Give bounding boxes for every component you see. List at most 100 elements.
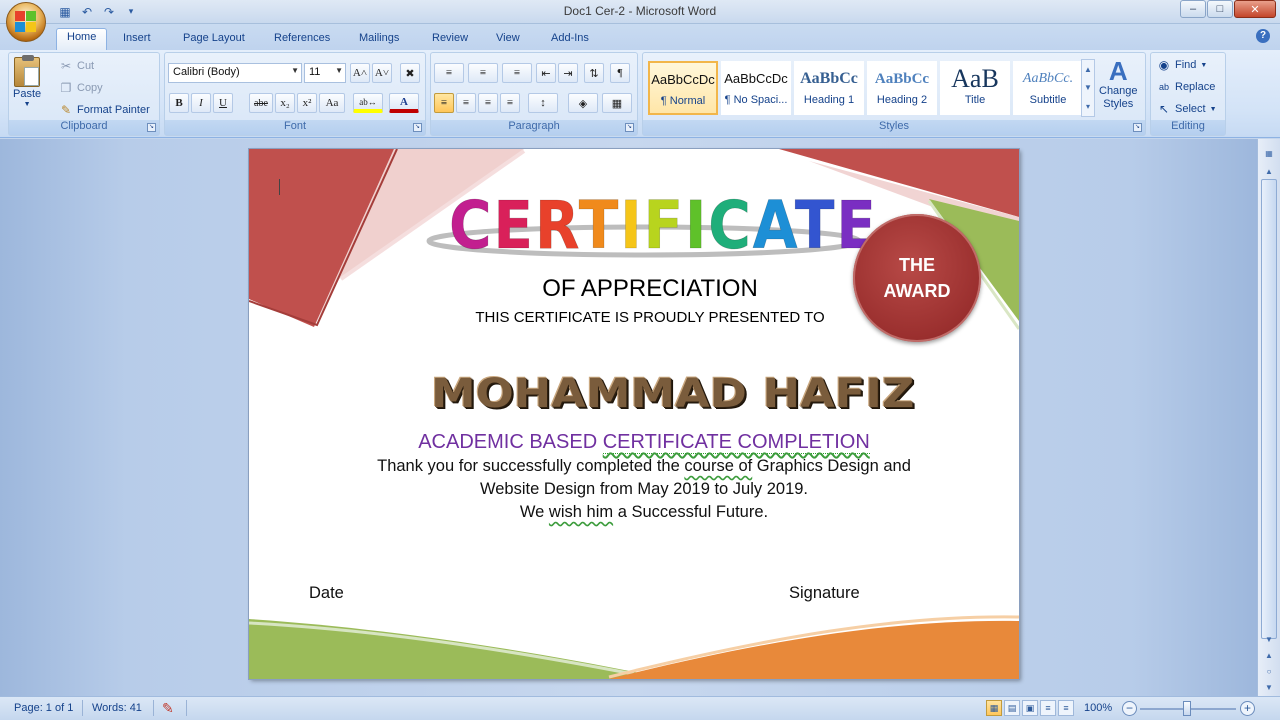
font-color-button[interactable]: A — [389, 93, 419, 113]
page-count[interactable]: Page: 1 of 1 — [14, 702, 73, 714]
styles-launcher-icon[interactable]: ↘ — [1133, 123, 1142, 132]
awardee-name: MOHAMMAD HAFIZ — [431, 371, 915, 417]
increase-indent-icon[interactable]: ⇥ — [558, 63, 578, 83]
editing-group: ◉ Find ▼ ab Replace ↖ Select ▼ Editing — [1150, 52, 1226, 136]
draft-view-icon[interactable]: ≡ — [1058, 700, 1074, 716]
shrink-font-button[interactable]: A˅ — [372, 63, 392, 83]
select-browse-object-icon[interactable]: ○ — [1261, 665, 1277, 679]
style-sample: AaBbCcDc — [724, 71, 788, 86]
gallery-up-icon[interactable]: ▲ — [1084, 65, 1092, 74]
replace-button[interactable]: ab Replace — [1157, 80, 1215, 94]
font-group-label: Font — [165, 120, 425, 135]
scroll-thumb[interactable] — [1261, 179, 1277, 639]
full-screen-reading-view-icon[interactable]: ▤ — [1004, 700, 1020, 716]
justify-icon[interactable]: ≡ — [500, 93, 520, 113]
style-no-spacing[interactable]: AaBbCcDc ¶ No Spaci... — [721, 61, 791, 115]
zoom-in-icon[interactable]: + — [1240, 701, 1255, 716]
change-styles-label-1: Change — [1099, 85, 1138, 97]
scroll-up-icon[interactable]: ▲ — [1261, 165, 1277, 179]
ruler-toggle-icon[interactable]: ▦ — [1261, 147, 1277, 161]
tab-page-layout[interactable]: Page Layout — [173, 30, 255, 50]
style-heading-2[interactable]: AaBbCc Heading 2 — [867, 61, 937, 115]
status-divider — [186, 700, 187, 716]
web-layout-view-icon[interactable]: ▣ — [1022, 700, 1038, 716]
document-page[interactable]: CERTIFICATE THE AWARD OF APPRECIATION TH… — [249, 149, 1019, 679]
status-divider — [153, 700, 154, 716]
font-launcher-icon[interactable]: ↘ — [413, 123, 422, 132]
copy-button[interactable]: ❐ Copy — [59, 81, 103, 95]
title-letter: R — [534, 187, 579, 265]
line-spacing-icon[interactable]: ↕ — [528, 93, 558, 113]
subscript-button[interactable]: x₂ — [275, 93, 295, 113]
change-case-button[interactable]: Aa — [319, 93, 345, 113]
find-button[interactable]: ◉ Find ▼ — [1157, 58, 1208, 72]
numbering-icon[interactable]: ≡ — [468, 63, 498, 83]
grow-font-button[interactable]: A˄ — [350, 63, 370, 83]
tab-mailings[interactable]: Mailings — [349, 30, 409, 50]
style-normal[interactable]: AaBbCcDc ¶ Normal — [648, 61, 718, 115]
italic-button[interactable]: I — [191, 93, 211, 113]
style-subtitle[interactable]: AaBbCc. Subtitle — [1013, 61, 1083, 115]
close-button[interactable]: ✕ — [1234, 0, 1276, 18]
align-left-icon[interactable]: ≡ — [434, 93, 454, 113]
borders-icon[interactable]: ▦ — [602, 93, 632, 113]
zoom-slider-thumb[interactable] — [1183, 701, 1191, 716]
paste-button[interactable]: Paste ▼ — [13, 55, 41, 108]
tab-references[interactable]: References — [264, 30, 340, 50]
style-sample: AaBbCc — [874, 71, 930, 87]
multilevel-list-icon[interactable]: ≡ — [502, 63, 532, 83]
cut-button[interactable]: ✂ Cut — [59, 59, 94, 73]
select-button[interactable]: ↖ Select ▼ — [1157, 102, 1217, 116]
format-painter-button[interactable]: ✎ Format Painter — [59, 103, 150, 117]
shading-icon[interactable]: ◈ — [568, 93, 598, 113]
decrease-indent-icon[interactable]: ⇤ — [536, 63, 556, 83]
superscript-button[interactable]: x² — [297, 93, 317, 113]
show-formatting-marks-icon[interactable]: ¶ — [610, 63, 630, 83]
vertical-scrollbar[interactable]: ▦ ▲ ▼ ▲ ○ ▼ — [1257, 139, 1280, 696]
strikethrough-button[interactable]: abe — [249, 93, 273, 113]
replace-label: Replace — [1175, 81, 1216, 93]
style-title[interactable]: AaB Title — [940, 61, 1010, 115]
tab-home[interactable]: Home — [56, 28, 108, 50]
font-size-value: 11 — [309, 66, 321, 78]
clear-formatting-icon[interactable]: ✖ — [400, 63, 420, 83]
scroll-down-icon[interactable]: ▼ — [1261, 633, 1277, 647]
word-count[interactable]: Words: 41 — [92, 702, 142, 714]
tab-review[interactable]: Review — [422, 30, 478, 50]
zoom-level[interactable]: 100% — [1084, 702, 1112, 714]
style-heading-1[interactable]: AaBbCc Heading 1 — [794, 61, 864, 115]
maximize-button[interactable]: □ — [1207, 0, 1233, 18]
tab-add-ins[interactable]: Add-Ins — [541, 30, 599, 50]
gallery-more-icon[interactable]: ▾ — [1086, 102, 1090, 111]
previous-page-icon[interactable]: ▲ — [1261, 649, 1277, 663]
minimize-button[interactable]: – — [1180, 0, 1206, 18]
print-layout-view-icon[interactable]: ▦ — [986, 700, 1002, 716]
font-family-value: Calibri (Body) — [173, 66, 240, 78]
gallery-down-icon[interactable]: ▼ — [1084, 83, 1092, 92]
clipboard-launcher-icon[interactable]: ↘ — [147, 123, 156, 132]
change-styles-button[interactable]: A Change Styles — [1099, 57, 1138, 111]
paragraph-launcher-icon[interactable]: ↘ — [625, 123, 634, 132]
tab-view[interactable]: View — [486, 30, 530, 50]
sort-icon[interactable]: ⇅ — [584, 63, 604, 83]
next-page-icon[interactable]: ▼ — [1261, 681, 1277, 695]
find-label: Find — [1175, 59, 1197, 71]
styles-gallery-scroll[interactable]: ▲ ▼ ▾ — [1081, 59, 1095, 117]
align-right-icon[interactable]: ≡ — [478, 93, 498, 113]
highlight-button[interactable]: ab↔ — [353, 93, 383, 113]
bold-button[interactable]: B — [169, 93, 189, 113]
tab-insert[interactable]: Insert — [113, 30, 161, 50]
outline-view-icon[interactable]: ≡ — [1040, 700, 1056, 716]
align-center-icon[interactable]: ≡ — [456, 93, 476, 113]
ribbon-tabs: Home Insert Page Layout References Maili… — [0, 24, 1280, 50]
window-title: Doc1 Cer-2 - Microsoft Word — [563, 4, 717, 18]
font-family-select[interactable]: Calibri (Body) ▼ — [168, 63, 302, 83]
proofing-errors-icon[interactable]: ✎ — [162, 700, 174, 717]
font-size-select[interactable]: 11 ▼ — [304, 63, 346, 83]
help-icon[interactable]: ? — [1256, 29, 1270, 43]
ribbon: Paste ▼ ✂ Cut ❐ Copy ✎ Format Painter Cl… — [0, 50, 1280, 138]
office-button[interactable] — [6, 2, 46, 42]
bullets-icon[interactable]: ≡ — [434, 63, 464, 83]
zoom-out-icon[interactable]: − — [1122, 701, 1137, 716]
underline-button[interactable]: U — [213, 93, 233, 113]
